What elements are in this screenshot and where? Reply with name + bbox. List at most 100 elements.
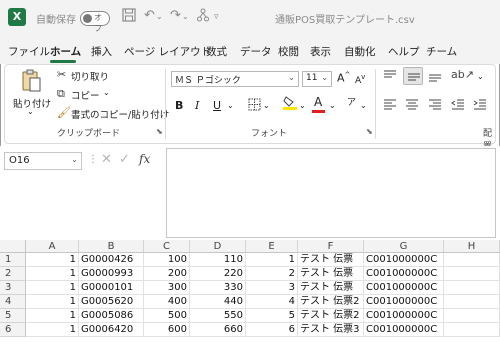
grow-font-button[interactable]: A^ xyxy=(337,71,350,85)
save-icon[interactable] xyxy=(122,8,136,26)
cell-a3[interactable]: 1 xyxy=(26,281,79,295)
paste-button[interactable]: 貼り付け ⌄ xyxy=(13,69,51,117)
column-header-g[interactable]: G xyxy=(364,240,444,253)
font-name-combo[interactable]: ＭＳ Ｐゴシック ⌄ xyxy=(171,71,299,87)
formula-input[interactable] xyxy=(166,148,496,238)
cell-a5[interactable]: 1 xyxy=(26,309,79,323)
cell-g6[interactable]: C001000000C xyxy=(364,323,444,337)
cell-d2[interactable]: 220 xyxy=(190,267,246,281)
undo-icon[interactable]: ↶ xyxy=(144,8,155,23)
share-icon[interactable] xyxy=(197,8,209,26)
cell-f6[interactable]: テスト 伝票3 xyxy=(298,323,364,337)
cell-b4[interactable]: G0005620 xyxy=(79,295,144,309)
tab-insert[interactable]: 挿入 xyxy=(91,44,112,59)
orientation-icon[interactable]: ab↗ xyxy=(451,68,474,81)
cell-h4[interactable] xyxy=(444,295,500,309)
cell-e2[interactable]: 2 xyxy=(246,267,298,281)
scissors-icon[interactable]: ✂ xyxy=(57,68,66,81)
cell-g5[interactable]: C001000000C xyxy=(364,309,444,323)
column-header-c[interactable]: C xyxy=(144,240,190,253)
cell-c4[interactable]: 400 xyxy=(144,295,190,309)
phonetic-dropdown-icon[interactable]: ⌄ xyxy=(360,101,367,110)
borders-dropdown-icon[interactable]: ⌄ xyxy=(263,101,270,110)
copy-dropdown-icon[interactable]: ⌄ xyxy=(103,88,110,97)
underline-dropdown-icon[interactable]: ⌄ xyxy=(227,101,234,110)
confirm-entry-icon[interactable]: ✓ xyxy=(119,152,130,167)
insert-function-button[interactable]: fx xyxy=(139,152,150,166)
column-header-a[interactable]: A xyxy=(26,240,79,253)
font-launcher-icon[interactable]: ⬊ xyxy=(366,127,373,136)
redo-icon[interactable]: ↷ xyxy=(170,8,181,23)
cell-h2[interactable] xyxy=(444,267,500,281)
row-header[interactable]: 1 xyxy=(0,253,26,267)
cell-f3[interactable]: テスト 伝票 xyxy=(298,281,364,295)
cell-g2[interactable]: C001000000C xyxy=(364,267,444,281)
name-box[interactable]: O16 ⌄ xyxy=(4,152,82,170)
customize-qat-icon[interactable]: ▿ xyxy=(214,12,219,22)
row-header[interactable]: 3 xyxy=(0,281,26,295)
underline-button[interactable]: U xyxy=(213,99,221,112)
increase-indent-icon[interactable] xyxy=(473,99,487,114)
cell-d4[interactable]: 440 xyxy=(190,295,246,309)
redo-dropdown-icon[interactable]: ⌄ xyxy=(182,12,189,21)
cell-b5[interactable]: G0005086 xyxy=(79,309,144,323)
cell-a4[interactable]: 1 xyxy=(26,295,79,309)
cell-d5[interactable]: 550 xyxy=(190,309,246,323)
cell-d3[interactable]: 330 xyxy=(190,281,246,295)
tab-home[interactable]: ホーム xyxy=(50,44,81,59)
clipboard-launcher-icon[interactable]: ⬊ xyxy=(156,127,163,136)
cut-button[interactable]: 切り取り xyxy=(71,69,109,83)
cell-a2[interactable]: 1 xyxy=(26,267,79,281)
cell-e4[interactable]: 4 xyxy=(246,295,298,309)
row-header[interactable]: 4 xyxy=(0,295,26,309)
fill-color-dropdown-icon[interactable]: ⌄ xyxy=(299,101,306,110)
column-header-f[interactable]: F xyxy=(298,240,364,253)
cell-f2[interactable]: テスト 伝票 xyxy=(298,267,364,281)
tab-page-layout[interactable]: ページ レイアウト xyxy=(124,44,211,59)
format-painter-icon[interactable]: 🖌 xyxy=(57,106,71,119)
cell-c1[interactable]: 100 xyxy=(144,253,190,267)
bold-button[interactable]: B xyxy=(175,99,183,112)
tab-data[interactable]: データ xyxy=(240,44,272,59)
fill-color-icon[interactable] xyxy=(283,95,297,114)
cell-e3[interactable]: 3 xyxy=(246,281,298,295)
cell-b2[interactable]: G0000993 xyxy=(79,267,144,281)
shrink-font-button[interactable]: Av xyxy=(355,73,365,86)
copy-button[interactable]: コピー xyxy=(71,88,100,102)
align-center-icon[interactable] xyxy=(405,99,419,114)
cell-h6[interactable] xyxy=(444,323,500,337)
tab-automate[interactable]: 自動化 xyxy=(344,44,376,59)
cell-f1[interactable]: テスト 伝票 xyxy=(298,253,364,267)
format-painter-button[interactable]: 書式のコピー/貼り付け xyxy=(71,107,169,121)
cell-g4[interactable]: C001000000C xyxy=(364,295,444,309)
phonetic-button[interactable]: ア xyxy=(347,95,356,108)
select-all-button[interactable] xyxy=(0,240,26,253)
cell-b3[interactable]: G0000101 xyxy=(79,281,144,295)
autosave-toggle[interactable]: オフ xyxy=(80,11,110,33)
cell-h3[interactable] xyxy=(444,281,500,295)
align-middle-button[interactable] xyxy=(403,67,423,85)
cell-d6[interactable]: 660 xyxy=(190,323,246,337)
tab-team[interactable]: チーム xyxy=(426,44,457,59)
cell-c2[interactable]: 200 xyxy=(144,267,190,281)
row-header[interactable]: 5 xyxy=(0,309,26,323)
column-header-b[interactable]: B xyxy=(79,240,144,253)
tab-review[interactable]: 校閲 xyxy=(278,44,299,59)
tab-file[interactable]: ファイル xyxy=(8,44,50,59)
cell-d1[interactable]: 110 xyxy=(190,253,246,267)
cell-c6[interactable]: 600 xyxy=(144,323,190,337)
align-top-icon[interactable] xyxy=(383,70,397,85)
align-bottom-icon[interactable] xyxy=(428,70,442,85)
cell-a6[interactable]: 1 xyxy=(26,323,79,337)
font-color-button[interactable]: A xyxy=(314,95,322,109)
undo-dropdown-icon[interactable]: ⌄ xyxy=(156,12,163,21)
cell-g3[interactable]: C001000000C xyxy=(364,281,444,295)
font-color-dropdown-icon[interactable]: ⌄ xyxy=(329,101,336,110)
borders-icon[interactable] xyxy=(248,98,261,114)
cell-h5[interactable] xyxy=(444,309,500,323)
cell-c3[interactable]: 300 xyxy=(144,281,190,295)
cell-a1[interactable]: 1 xyxy=(26,253,79,267)
cell-e6[interactable]: 6 xyxy=(246,323,298,337)
font-size-combo[interactable]: 11 ⌄ xyxy=(302,71,332,87)
copy-icon[interactable]: ⧉ xyxy=(57,87,65,101)
